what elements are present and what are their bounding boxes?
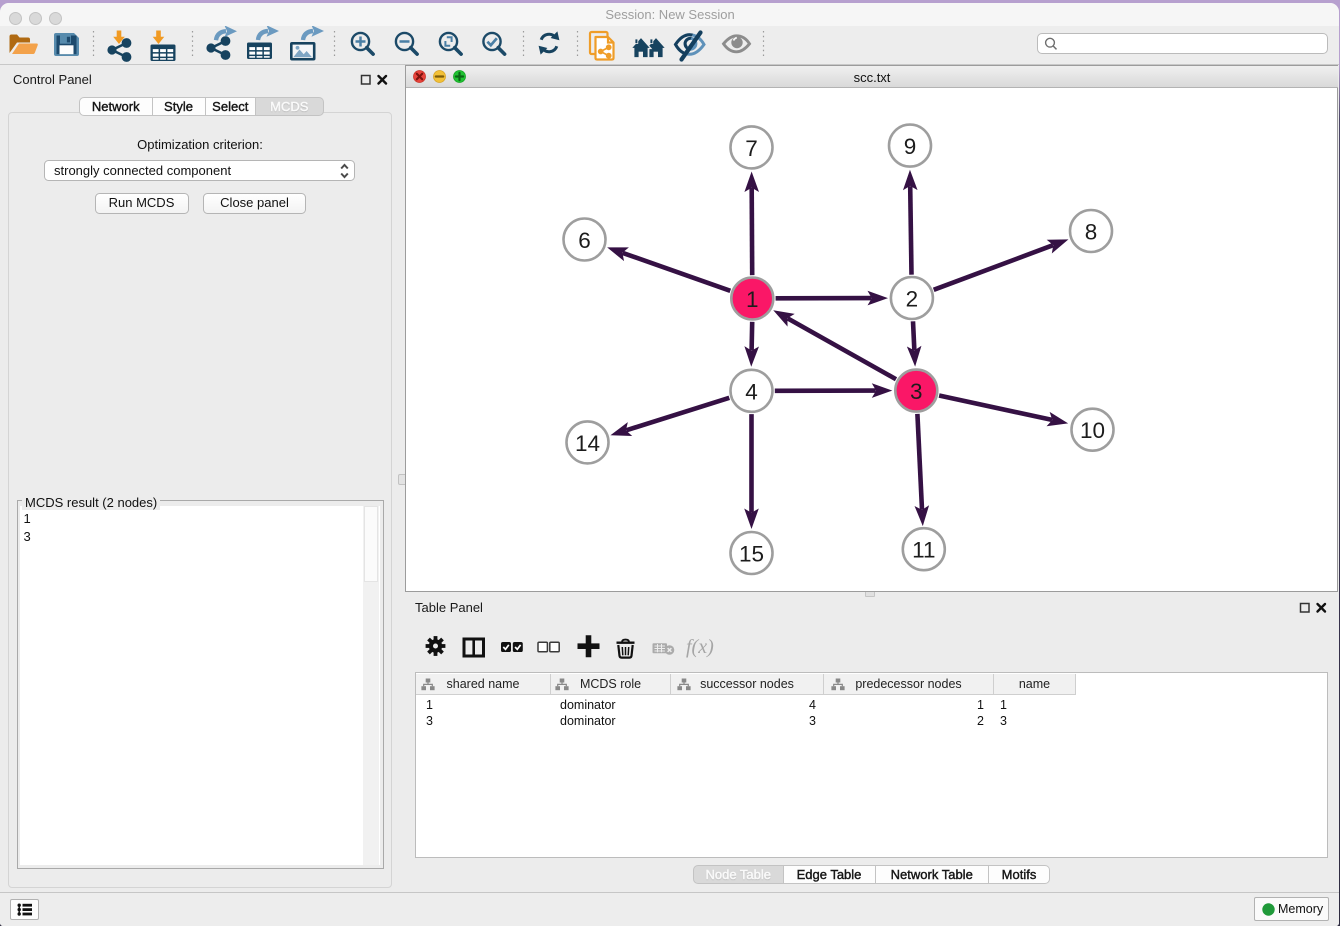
svg-text:3: 3 bbox=[910, 379, 923, 404]
svg-text:11: 11 bbox=[912, 538, 935, 563]
svg-text:6: 6 bbox=[578, 228, 591, 253]
svg-text:7: 7 bbox=[745, 136, 758, 161]
svg-text:10: 10 bbox=[1079, 418, 1104, 443]
svg-text:4: 4 bbox=[745, 379, 758, 404]
svg-text:2: 2 bbox=[905, 287, 918, 312]
svg-text:9: 9 bbox=[903, 134, 916, 159]
svg-text:8: 8 bbox=[1084, 220, 1097, 245]
svg-text:1: 1 bbox=[746, 287, 759, 312]
svg-text:15: 15 bbox=[738, 542, 763, 567]
svg-text:f(x): f(x) bbox=[686, 636, 714, 658]
svg-text:14: 14 bbox=[574, 431, 599, 456]
